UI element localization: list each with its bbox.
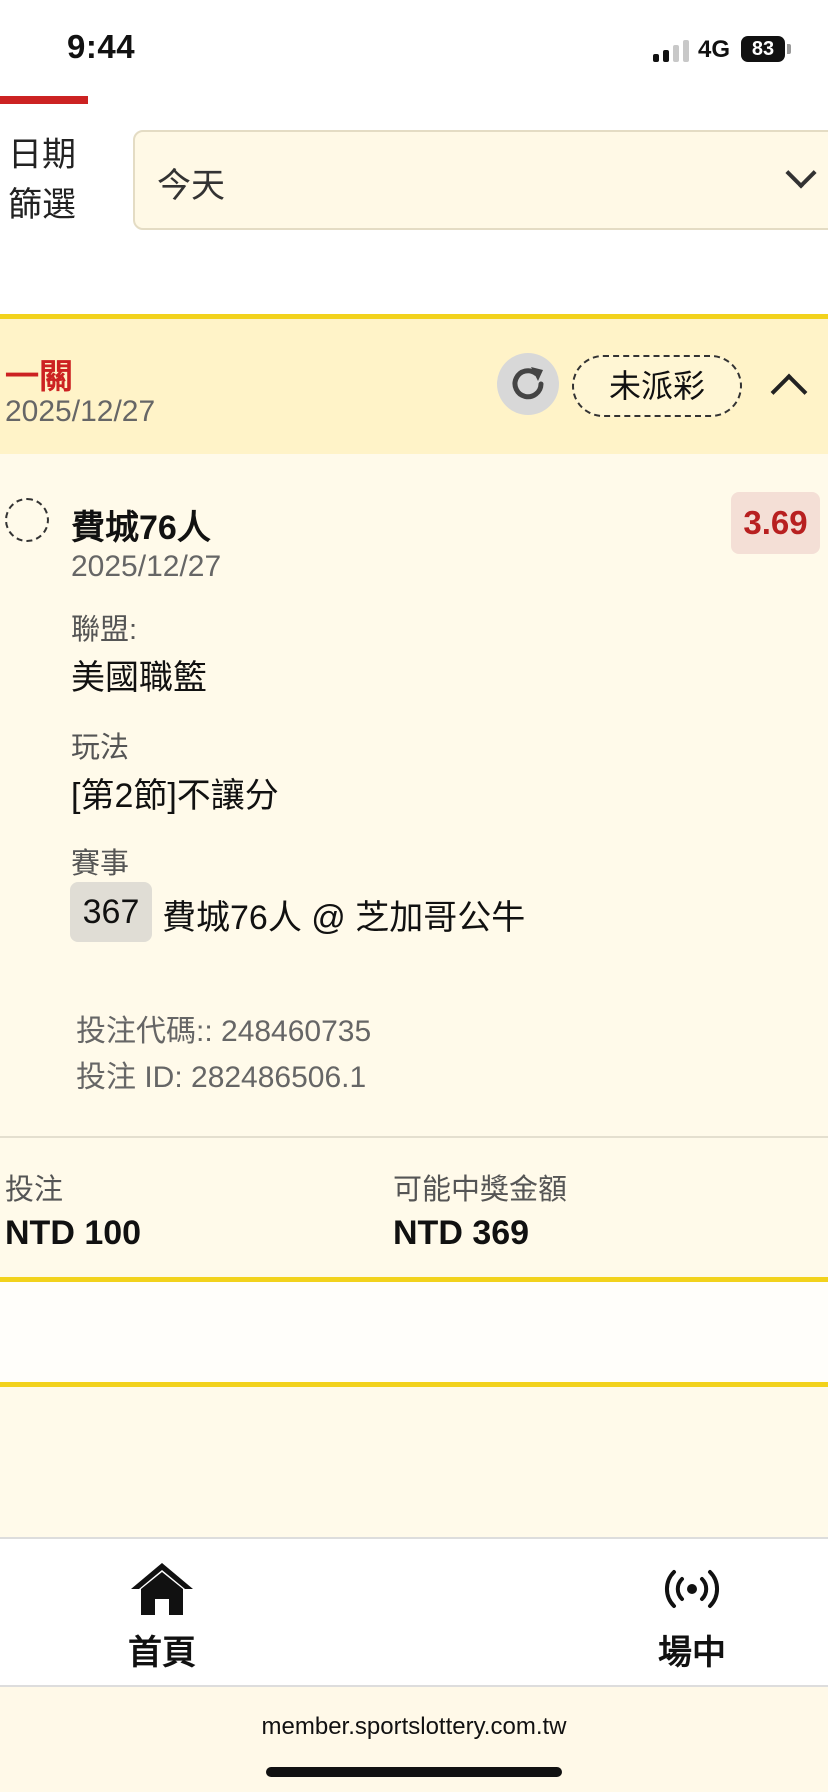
nav-live-label: 場中 bbox=[658, 1634, 726, 1672]
chevron-up-icon bbox=[770, 373, 808, 411]
bet-date: 2025/12/27 bbox=[5, 395, 156, 428]
stake-value: NTD 100 bbox=[5, 1214, 142, 1252]
selection-date: 2025/12/27 bbox=[71, 550, 222, 583]
date-filter-value: 今天 bbox=[157, 167, 225, 205]
date-filter-select[interactable]: 今天 bbox=[133, 130, 828, 230]
card-gap bbox=[0, 1282, 828, 1382]
payout-label: 可能中獎金額 bbox=[393, 1174, 568, 1206]
bet-code: 投注代碼:: 248460735 bbox=[76, 1015, 372, 1048]
refresh-button[interactable] bbox=[497, 353, 559, 415]
network-type: 4G bbox=[698, 36, 731, 63]
home-indicator bbox=[266, 1767, 562, 1777]
game-label: 賽事 bbox=[71, 848, 130, 880]
refresh-icon bbox=[512, 367, 544, 400]
date-filter-label: 日期 篩選 bbox=[8, 130, 88, 230]
game-name: 費城76人 @ 芝加哥公牛 bbox=[162, 899, 526, 937]
nav-home-label: 首頁 bbox=[128, 1634, 196, 1672]
bet-card-body: 費城76人 3.69 2025/12/27 聯盟: 美國職籃 玩法 [第2節]不… bbox=[0, 454, 828, 1138]
selection-radio[interactable] bbox=[5, 498, 49, 542]
selection-team: 費城76人 bbox=[71, 509, 211, 547]
home-icon bbox=[131, 1563, 193, 1615]
play-value: [第2節]不讓分 bbox=[71, 777, 279, 815]
stake-label: 投注 bbox=[5, 1174, 64, 1206]
date-filter-label-line2: 篩選 bbox=[8, 186, 76, 224]
bet-summary: 投注 NTD 100 可能中獎金額 NTD 369 bbox=[0, 1138, 828, 1277]
bet-card-header: 一關 2025/12/27 未派彩 bbox=[0, 319, 828, 454]
signal-icon bbox=[653, 40, 689, 62]
settlement-status-badge: 未派彩 bbox=[572, 355, 742, 417]
payout-value: NTD 369 bbox=[393, 1214, 530, 1252]
odds-badge: 3.69 bbox=[731, 492, 820, 554]
play-label: 玩法 bbox=[71, 732, 130, 764]
nav-home[interactable]: 首頁 bbox=[82, 1559, 242, 1679]
live-broadcast-icon bbox=[664, 1570, 720, 1608]
status-time: 9:44 bbox=[67, 28, 136, 65]
bet-type: 一關 bbox=[5, 358, 73, 396]
empty-area bbox=[0, 1387, 828, 1537]
tab-indicator bbox=[0, 96, 88, 104]
battery-tip bbox=[787, 44, 791, 54]
league-value: 美國職籃 bbox=[71, 659, 207, 697]
league-label: 聯盟: bbox=[71, 614, 138, 646]
chevron-down-icon bbox=[785, 157, 817, 189]
date-filter-label-line1: 日期 bbox=[8, 136, 76, 174]
status-bar: 9:44 4G 83 bbox=[0, 0, 828, 100]
nav-live[interactable]: 場中 bbox=[612, 1559, 772, 1679]
game-code-badge: 367 bbox=[70, 882, 152, 942]
browser-url-bar[interactable]: member.sportslottery.com.tw bbox=[0, 1687, 828, 1792]
url-text: member.sportslottery.com.tw bbox=[261, 1713, 567, 1740]
battery-icon: 83 bbox=[741, 36, 785, 62]
bottom-nav: 首頁 場中 bbox=[0, 1537, 828, 1687]
bet-id: 投注 ID: 282486506.1 bbox=[76, 1061, 367, 1094]
collapse-button[interactable] bbox=[766, 365, 810, 411]
